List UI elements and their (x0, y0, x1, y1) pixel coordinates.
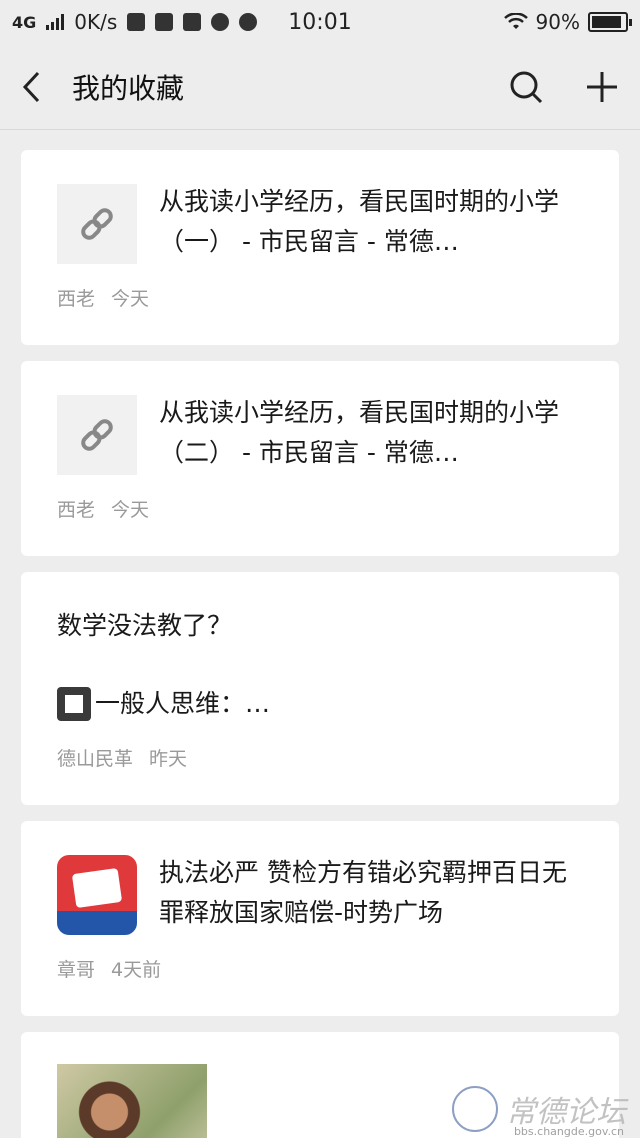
status-bar: 4G 0K/s 10:01 90% (0, 0, 640, 44)
item-text-line1: 数学没法教了？ (57, 611, 233, 640)
item-author: 西老 (57, 288, 96, 310)
network-type: 4G (12, 12, 37, 32)
item-time: 4天前 (111, 959, 162, 981)
item-time: 今天 (111, 288, 150, 310)
watermark-url: bbs.changde.gov.cn (513, 1125, 624, 1138)
item-author: 西老 (57, 499, 96, 521)
battery-icon (588, 12, 632, 32)
forum-seal-icon (452, 1086, 498, 1132)
favorite-item-link[interactable]: 从我读小学经历，看民国时期的小学（一） - 市民留言 - 常德… 西老 今天 (21, 150, 619, 345)
link-thumbnail (57, 395, 137, 475)
item-title: 执法必严 赞检方有错必究羁押百日无罪释放国家赔偿-时势广场 (159, 858, 567, 927)
item-meta: 西老 今天 (57, 284, 583, 311)
chat-notification-icon (211, 13, 230, 31)
chevron-left-icon (22, 71, 40, 102)
plus-icon (587, 71, 617, 102)
item-title: 从我读小学经历，看民国时期的小学（二） - 市民留言 - 常德… (159, 398, 560, 467)
link-thumbnail (57, 184, 137, 264)
item-meta: 西老 今天 (57, 495, 583, 522)
browser-notification-icon (183, 13, 202, 31)
mail-notification-icon (155, 13, 174, 31)
item-meta: 章哥 4天前 (57, 955, 583, 982)
stop-button-emoji-icon (57, 687, 91, 721)
favorite-item-link[interactable]: 从我读小学经历，看民国时期的小学（二） - 市民留言 - 常德… 西老 今天 (21, 361, 619, 556)
forum-app-icon (57, 855, 137, 935)
add-button[interactable] (584, 69, 620, 105)
signal-icon (46, 14, 65, 30)
network-speed: 0K/s (74, 10, 118, 34)
app-notification-icon (127, 13, 146, 31)
check-notification-icon (239, 13, 258, 31)
item-photo (57, 1064, 207, 1138)
page-title: 我的收藏 (72, 71, 185, 105)
item-time: 昨天 (149, 748, 188, 770)
item-author: 德山民革 (57, 748, 134, 770)
item-text-line2: 一般人思维：… (95, 689, 271, 718)
favorite-item-text[interactable]: 数学没法教了？ 一般人思维：… 德山民革 昨天 (21, 572, 619, 805)
item-title: 从我读小学经历，看民国时期的小学（一） - 市民留言 - 常德… (159, 187, 560, 256)
wifi-icon (503, 13, 528, 31)
back-button[interactable] (20, 67, 52, 107)
item-meta: 德山民革 昨天 (57, 744, 583, 771)
link-icon (81, 419, 113, 451)
link-icon (81, 208, 113, 240)
battery-percent: 90% (535, 10, 580, 34)
item-time: 今天 (111, 499, 150, 521)
favorites-list: 从我读小学经历，看民国时期的小学（一） - 市民留言 - 常德… 西老 今天 从我… (0, 130, 640, 1138)
nav-bar: 我的收藏 (0, 44, 640, 130)
item-author: 章哥 (57, 959, 96, 981)
favorite-item-article[interactable]: 执法必严 赞检方有错必究羁押百日无罪释放国家赔偿-时势广场 章哥 4天前 (21, 821, 619, 1016)
search-button[interactable] (508, 69, 544, 105)
search-icon (510, 71, 543, 103)
